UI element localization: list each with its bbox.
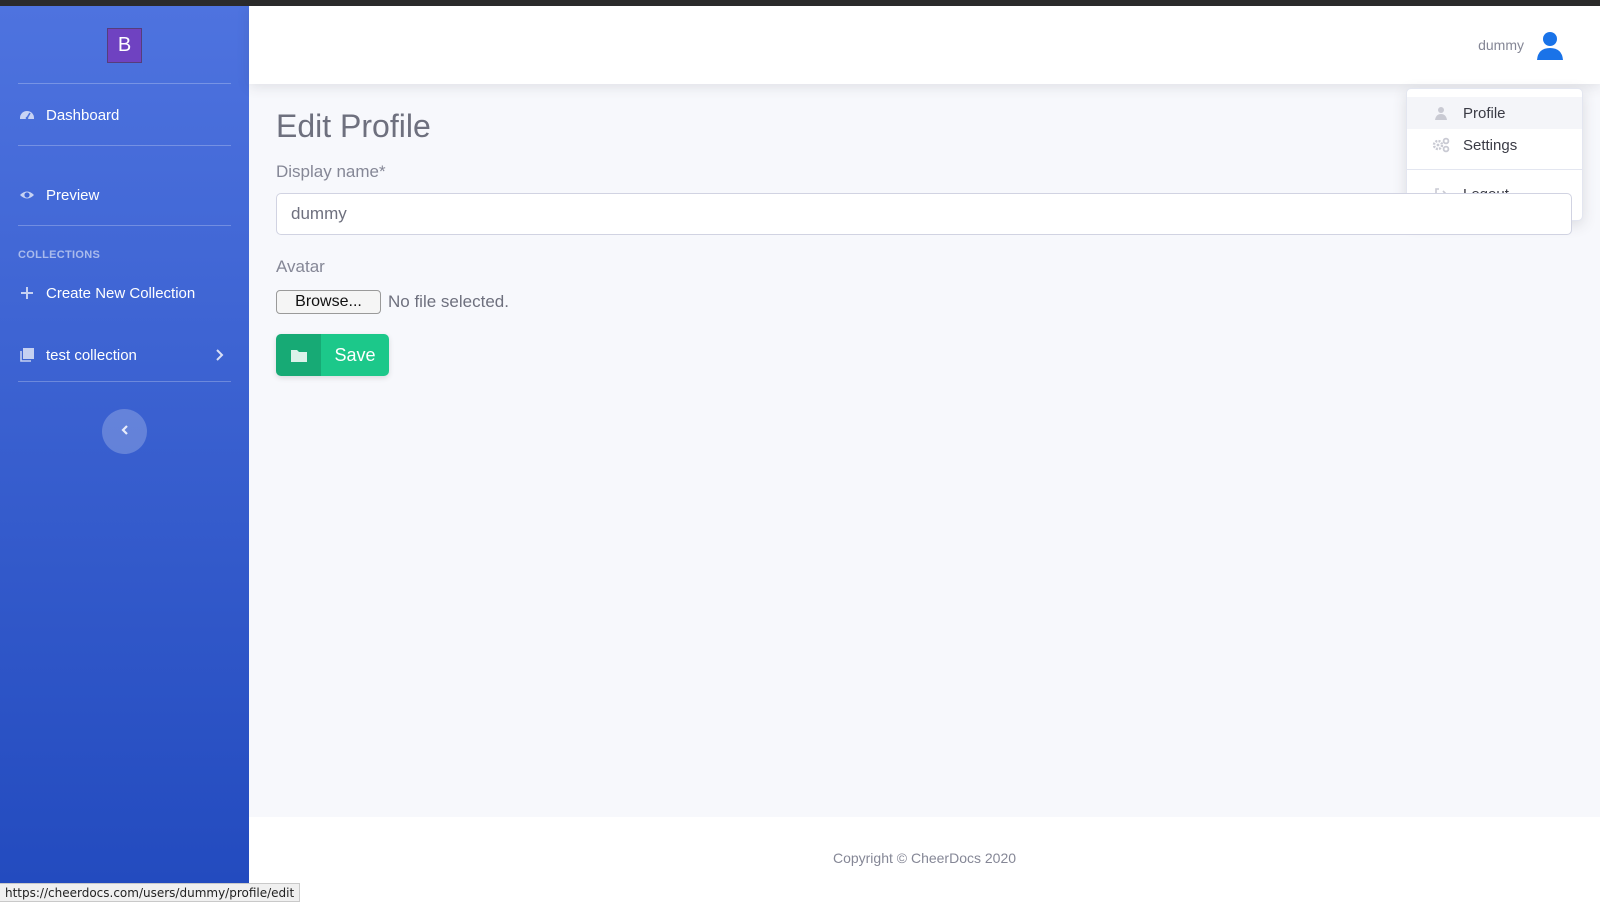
sidebar-item-label: Dashboard <box>46 106 120 124</box>
user-icon[interactable] <box>1534 29 1566 61</box>
sidebar-divider <box>18 145 231 146</box>
sidebar-item-label: test collection <box>46 346 137 364</box>
avatar-label: Avatar <box>276 257 325 276</box>
menu-item-label: Profile <box>1463 104 1506 122</box>
eye-icon <box>18 186 36 204</box>
sidebar-divider <box>18 225 231 226</box>
display-name-label: Display name* <box>276 162 386 181</box>
sidebar-item-dashboard[interactable]: Dashboard <box>18 100 231 130</box>
brand-logo[interactable]: B <box>107 28 142 63</box>
topbar: dummy <box>249 6 1600 84</box>
copyright-text: Copyright © CheerDocs 2020 <box>832 850 1017 866</box>
plus-icon <box>18 284 36 302</box>
collection-icon <box>18 346 36 364</box>
cogs-icon <box>1432 136 1450 154</box>
display-name-input[interactable] <box>276 193 1572 235</box>
sidebar-item-test-collection[interactable]: test collection <box>18 340 231 370</box>
sidebar-item-label: Preview <box>46 186 100 204</box>
footer: Copyright © CheerDocs 2020 <box>249 817 1600 902</box>
user-icon <box>1432 104 1450 122</box>
create-collection-link[interactable]: Create New Collection <box>18 278 231 308</box>
sidebar-toggle-button[interactable] <box>102 409 147 454</box>
username-label[interactable]: dummy <box>1478 37 1524 53</box>
save-button[interactable]: Save <box>276 334 389 376</box>
collections-heading: COLLECTIONS <box>18 249 101 261</box>
link-status-bar: https://cheerdocs.com/users/dummy/profil… <box>0 883 301 902</box>
sidebar-item-preview[interactable]: Preview <box>18 180 231 210</box>
chevron-right-icon <box>213 348 227 362</box>
page-title: Edit Profile <box>276 108 431 144</box>
sidebar: B Dashboard Preview COLLECTIONS Create N… <box>0 6 249 902</box>
sidebar-item-label: Create New Collection <box>46 284 196 302</box>
browse-button[interactable]: Browse... <box>276 290 381 314</box>
menu-item-label: Settings <box>1463 136 1518 154</box>
menu-divider <box>1407 169 1582 170</box>
brand-letter: B <box>117 34 132 56</box>
folder-icon <box>276 334 321 376</box>
file-status: No file selected. <box>388 292 509 311</box>
sidebar-divider <box>18 381 231 382</box>
chevron-left-icon <box>119 423 131 441</box>
menu-item-settings[interactable]: Settings <box>1407 129 1582 161</box>
save-button-label: Save <box>334 344 376 365</box>
dashboard-icon <box>18 106 36 124</box>
menu-item-profile[interactable]: Profile <box>1407 97 1582 129</box>
sidebar-divider <box>18 83 231 84</box>
